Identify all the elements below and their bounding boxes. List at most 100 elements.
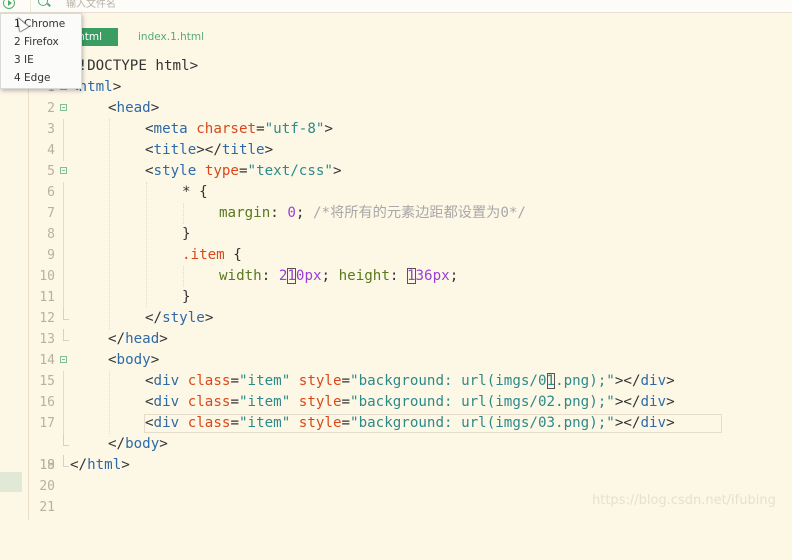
line-code: margin: 0; /*将所有的元素边距都设置为0*/ xyxy=(219,203,526,224)
token: { xyxy=(224,247,242,263)
token: : xyxy=(261,268,279,284)
token: 0 xyxy=(287,205,296,221)
code-line: 1 1 width: 210px; height: 136px; xyxy=(29,266,792,305)
run-browser-icon[interactable] xyxy=(3,0,15,9)
fold-end-marker xyxy=(63,455,69,467)
token: div xyxy=(153,373,180,389)
toolbar-divider xyxy=(30,0,31,12)
token: = xyxy=(230,415,239,431)
code-line: 2 <html> xyxy=(29,77,792,116)
menu-item-edge[interactable]: 4 Edge xyxy=(14,69,50,87)
token: body xyxy=(116,352,151,368)
token: style xyxy=(153,163,197,179)
token: = xyxy=(341,415,351,431)
token: } xyxy=(182,226,191,242)
code-line: 12 } xyxy=(29,287,792,326)
multi-cursor-marker: 1 xyxy=(406,268,416,284)
token: body xyxy=(125,436,160,452)
token: div xyxy=(640,394,667,410)
multi-cursor-marker: 1 xyxy=(287,268,296,284)
token: < xyxy=(108,352,117,368)
fold-toggle-icon[interactable] xyxy=(60,167,67,174)
indent-guide xyxy=(109,371,111,434)
token: class xyxy=(187,415,231,431)
token: meta xyxy=(153,121,188,137)
token: div xyxy=(640,373,667,389)
token: class xyxy=(187,394,231,410)
token: > xyxy=(150,100,160,116)
line-code: <title></title> xyxy=(145,140,273,161)
menu-item-firefox[interactable]: 2 Firefox xyxy=(14,33,59,51)
fold-end-marker xyxy=(63,329,69,341)
token: } xyxy=(182,289,191,305)
token: ></ xyxy=(196,142,222,158)
token: height xyxy=(338,268,390,284)
fold-guide xyxy=(63,203,64,224)
token: 0px xyxy=(295,268,322,284)
token: width xyxy=(219,268,262,284)
fold-end-marker xyxy=(63,308,69,320)
indent-guide xyxy=(183,203,185,224)
code-editor[interactable]: 1 <!DOCTYPE html> 2 <html> 3 <head> 4 <m… xyxy=(29,56,792,520)
fold-guide xyxy=(63,413,64,434)
token: : xyxy=(389,268,407,284)
token: .item xyxy=(182,247,225,263)
token: div xyxy=(640,415,667,431)
token: type xyxy=(204,163,239,179)
token: > xyxy=(666,373,675,389)
token: 36px xyxy=(415,268,450,284)
token: < xyxy=(145,394,154,410)
line-code: <div class="item" style="background: url… xyxy=(145,371,675,392)
left-side-panel xyxy=(0,13,29,520)
token: > xyxy=(121,457,130,473)
token: </ xyxy=(108,331,126,347)
token: "utf-8" xyxy=(264,121,325,137)
token: = xyxy=(230,394,239,410)
menu-item-ie[interactable]: 3 IE xyxy=(14,51,34,69)
fold-toggle-icon[interactable] xyxy=(60,104,67,111)
token: head xyxy=(125,331,160,347)
token: > xyxy=(112,79,122,95)
code-line: 17 <div class="item" style="background: … xyxy=(29,392,792,431)
line-code: </head> xyxy=(108,329,168,350)
token: "item" xyxy=(238,394,291,410)
token: "background: url(imgs/0 xyxy=(350,373,547,389)
token: "item" xyxy=(238,415,291,431)
search-icon[interactable] xyxy=(38,0,48,6)
token: html xyxy=(87,457,122,473)
fold-guide xyxy=(63,119,64,140)
line-code: </style> xyxy=(145,308,213,329)
run-in-browser-menu: 1 Chrome 2 Firefox 3 IE 4 Edge xyxy=(0,13,82,89)
token: = xyxy=(238,163,248,179)
token: < xyxy=(145,415,154,431)
tab-index-1-html[interactable]: index.1.html xyxy=(138,28,204,46)
line-code: width: 210px; height: 136px; xyxy=(219,266,458,287)
token: style xyxy=(298,394,342,410)
code-line: 6 <style type="text/css"> xyxy=(29,161,792,200)
multi-cursor-marker: 1 xyxy=(546,373,556,389)
token: < xyxy=(108,100,117,116)
token: .png);" xyxy=(555,373,615,389)
token: < xyxy=(145,121,154,137)
token: /*将所有的元素边距都设置为0*/ xyxy=(312,205,526,221)
token: title xyxy=(221,142,265,158)
token: * { xyxy=(182,184,208,200)
file-search-input[interactable]: 输入文件名 xyxy=(66,0,116,10)
token: class xyxy=(187,373,231,389)
fold-toggle-icon[interactable] xyxy=(60,356,67,363)
token: "item" xyxy=(238,373,291,389)
line-code: } xyxy=(182,287,191,308)
code-line: 3 <head> xyxy=(29,98,792,137)
token: html xyxy=(78,79,113,95)
code-line-current: 18 <div class="item" style="background: … xyxy=(29,413,792,473)
token: "text/css" xyxy=(247,163,333,179)
token: > xyxy=(324,121,333,137)
token: : xyxy=(270,205,288,221)
code-line: 10 .item { xyxy=(29,245,792,284)
line-code: <meta charset="utf-8"> xyxy=(145,119,333,140)
code-line: 5 <title></title> xyxy=(29,140,792,179)
